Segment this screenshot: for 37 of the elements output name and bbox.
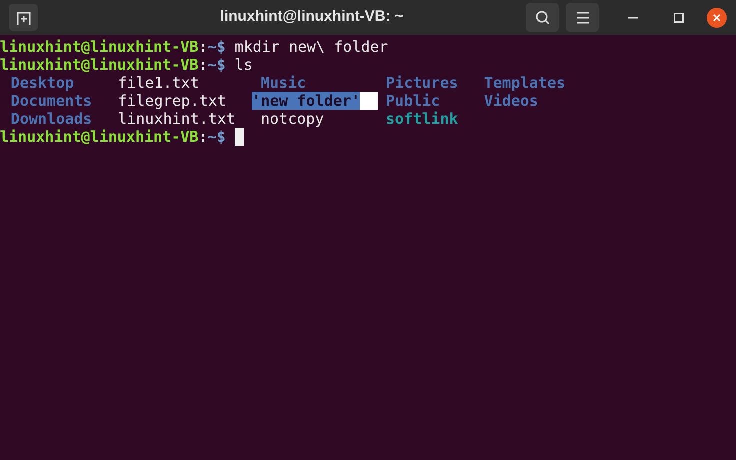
prompt-path: ~$ (208, 38, 226, 56)
close-button[interactable] (707, 8, 727, 28)
link-entry: softlink (386, 110, 458, 128)
folder-entry: Templates (484, 74, 566, 92)
folder-entry: Music (260, 74, 306, 92)
prompt-separator: : (198, 38, 208, 56)
file-entry: file1.txt (118, 74, 200, 92)
menu-icon (576, 12, 590, 24)
prompt-separator: : (198, 56, 208, 74)
file-entry: notcopy (260, 110, 324, 128)
folder-entry: Documents (10, 92, 92, 110)
search-button[interactable] (526, 3, 559, 32)
prompt-path: ~$ (208, 56, 226, 74)
search-icon (534, 10, 550, 26)
folder-entry: Videos (484, 92, 538, 110)
new-tab-icon (16, 10, 32, 26)
prompt-user-host: linuxhint@linuxhint-VB (0, 128, 199, 146)
selection-block (360, 92, 378, 110)
folder-entry: 'new folder' (252, 92, 360, 110)
folder-entry: Downloads (10, 110, 92, 128)
folder-entry: Public (386, 92, 440, 110)
window-title: linuxhint@linuxhint-VB: ~ (220, 7, 404, 28)
file-entry: linuxhint.txt (118, 110, 236, 128)
menu-button[interactable] (566, 3, 599, 32)
file-entry: filegrep.txt (118, 92, 226, 110)
folder-entry: Pictures (386, 74, 458, 92)
prompt-user-host: linuxhint@linuxhint-VB (0, 38, 199, 56)
folder-entry: Desktop (10, 74, 74, 92)
prompt-separator: : (198, 128, 208, 146)
command-text: mkdir new\ folder (234, 38, 388, 56)
command-text: ls (234, 56, 253, 74)
prompt-user-host: linuxhint@linuxhint-VB (0, 56, 199, 74)
minimize-icon (628, 16, 638, 18)
prompt-path: ~$ (208, 128, 226, 146)
new-tab-button[interactable] (9, 4, 38, 31)
maximize-icon (674, 12, 684, 22)
close-icon (713, 14, 721, 22)
